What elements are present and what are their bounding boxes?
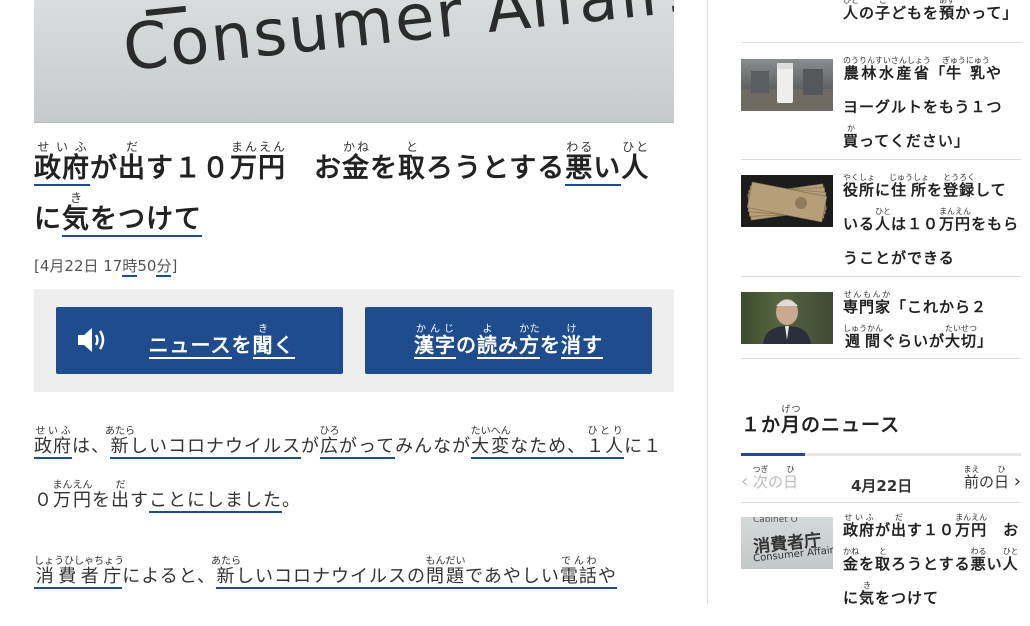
title-word-link[interactable]: 気きをつけて	[62, 191, 202, 237]
next-day-link[interactable]: ‹ 次つぎの日ひ	[741, 465, 798, 492]
month-news-tab-indicator	[741, 453, 1021, 456]
related-news-item[interactable]: 農林水産省のうりんすいさんしょう「牛乳ぎゅうにゅうや ヨーグルトをもう１つ 買かって…	[741, 42, 1021, 160]
title-word-link[interactable]: 政府せいふ	[34, 140, 90, 186]
body-paragraph: 政府せいふは、新あたらしいコロナウイルスが広ひろがってみんなが大変たいへんなため…	[34, 426, 663, 513]
expert-thumbnail	[741, 292, 833, 344]
word-link[interactable]: コロナウイルス	[274, 566, 407, 589]
word-link[interactable]: や	[597, 566, 617, 589]
related-news-item[interactable]: 人ひとの子こどもを預あずかって」	[741, 0, 1021, 43]
consumer-affairs-thumbnail: Cabinet O 消費者庁 Consumer Affairs	[741, 517, 833, 569]
article-date: [4月22日 17時50分]	[34, 257, 178, 277]
related-news-title: 専門家せんもんか「これから２ 週間しゅうかんぐらいが大切たいせつ」	[843, 290, 994, 350]
speaker-icon	[76, 325, 110, 360]
title-word-link[interactable]: 悪わるい	[565, 140, 622, 186]
related-news-title: 農林水産省のうりんすいさんしょう「牛乳ぎゅうにゅうや ヨーグルトをもう１つ 買かって…	[843, 56, 1003, 150]
related-news-title: 役所やくしょに住所じゅうしょを登録とうろくして いる人ひとは１０万円まんえんをもら…	[843, 173, 1020, 267]
word-link[interactable]: コロナウイルス	[168, 436, 301, 459]
date-word-link[interactable]: 時	[122, 257, 138, 277]
date-navigation: ‹ 次つぎの日ひ 4月22日 前まえの日ひ ›	[741, 465, 1021, 501]
month-news-item[interactable]: Cabinet O 消費者庁 Consumer Affairs 政府せいふが出だ…	[741, 513, 1021, 607]
month-news-title: 政府せいふが出だす１０万円まんえん お金かねを取とろうとする悪わるい人ひと に気き…	[843, 513, 1020, 607]
article-title: 政府せいふが出だす１０万円まんえん お金かねを取とろうとする悪わるい人ひとに気き…	[34, 140, 650, 237]
hero-photo-text: Consumer Affairs	[119, 0, 674, 87]
word-link[interactable]: 政府せいふ	[34, 426, 72, 459]
word-link[interactable]: ことにしました	[149, 490, 282, 513]
word-link[interactable]: １人ひとり	[586, 426, 625, 459]
related-news-title: 人ひとの子こどもを預あずかって」	[843, 0, 1019, 22]
word-link[interactable]: 新あたらしい	[211, 556, 274, 589]
word-link[interactable]: の	[407, 566, 426, 589]
previous-day-link[interactable]: 前まえの日ひ ›	[963, 465, 1021, 492]
related-news-item[interactable]: 専門家せんもんか「これから２ 週間しゅうかんぐらいが大切たいせつ」	[741, 276, 1021, 359]
word-link[interactable]: 大変たいへんなため、	[471, 426, 587, 459]
word-link[interactable]: 新あたらしい	[105, 426, 168, 459]
banknotes-thumbnail	[741, 175, 833, 227]
column-divider	[707, 0, 708, 604]
audio-panel: ニュースを聞きく 漢字かんじの読よみ方かたを消けす	[34, 289, 674, 392]
chevron-left-icon: ‹	[741, 471, 749, 492]
listen-news-button[interactable]: ニュースを聞きく	[56, 307, 343, 374]
body-paragraph: 消費者庁しょうひしゃちょうによると、新あたらしいコロナウイルスの問題もんだいであ…	[34, 556, 617, 589]
divider	[741, 502, 1021, 503]
word-link[interactable]: あやしい	[483, 566, 560, 589]
current-date: 4月22日	[851, 477, 913, 495]
hero-photo: Consumer Affairs	[34, 0, 674, 123]
word-link[interactable]: 電話でんわ	[559, 556, 598, 589]
related-news-item[interactable]: 役所やくしょに住所じゅうしょを登録とうろくして いる人ひとは１０万円まんえんをもら…	[741, 159, 1021, 277]
word-link[interactable]: 消費者庁しょうひしゃちょう	[34, 556, 124, 589]
word-link[interactable]: 広ひろがって	[320, 426, 396, 459]
article-body: 政府せいふは、新あたらしいコロナウイルスが広ひろがってみんなが大変たいへんなため…	[34, 420, 674, 626]
month-news-heading: １か月げつのニュース	[741, 405, 901, 436]
milk-thumbnail	[741, 59, 833, 111]
date-word-link[interactable]: 分	[156, 257, 172, 277]
word-link[interactable]: で	[465, 566, 484, 589]
hide-reading-button[interactable]: 漢字かんじの読よみ方かたを消けす	[365, 307, 652, 374]
chevron-right-icon: ›	[1013, 471, 1021, 492]
word-link[interactable]: 問題もんだい	[426, 556, 466, 589]
